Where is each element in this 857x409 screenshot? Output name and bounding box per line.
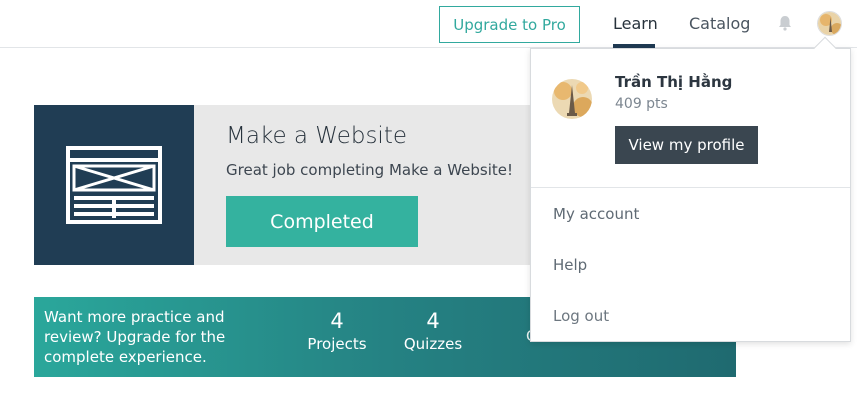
view-profile-button[interactable]: View my profile — [615, 126, 758, 164]
avatar[interactable] — [817, 11, 842, 36]
course-subtitle: Great job completing Make a Website! — [226, 161, 514, 179]
stat-label: Projects — [307, 335, 367, 353]
user-dropdown: Trần Thị Hằng 409 pts View my profile My… — [530, 48, 851, 342]
stat-value: 4 — [330, 309, 344, 333]
banner-text: Want more practice and review? Upgrade f… — [44, 308, 226, 366]
menu-item-log-out[interactable]: Log out — [553, 307, 609, 325]
course-icon-box — [34, 105, 194, 265]
user-name: Trần Thị Hằng — [615, 73, 733, 91]
stat-projects: 4 Projects — [304, 309, 370, 355]
stat-quizzes: 4 Quizzes — [398, 309, 468, 355]
nav-catalog-link[interactable]: Catalog — [689, 14, 750, 33]
completed-button[interactable]: Completed — [226, 196, 418, 247]
stat-label: Quizzes — [403, 335, 463, 353]
nav-learn-link[interactable]: Learn — [613, 14, 658, 33]
user-points: 409 pts — [615, 96, 668, 112]
menu-item-help[interactable]: Help — [553, 256, 587, 274]
bell-icon[interactable] — [776, 14, 794, 32]
top-nav: Upgrade to Pro Learn Catalog — [0, 0, 857, 48]
stat-value: 4 — [426, 309, 440, 333]
course-title: Make a Website — [226, 123, 407, 149]
divider — [531, 187, 850, 188]
website-wireframe-icon — [66, 146, 162, 224]
upgrade-to-pro-button[interactable]: Upgrade to Pro — [439, 6, 580, 43]
avatar — [552, 79, 592, 119]
menu-item-my-account[interactable]: My account — [553, 205, 639, 223]
